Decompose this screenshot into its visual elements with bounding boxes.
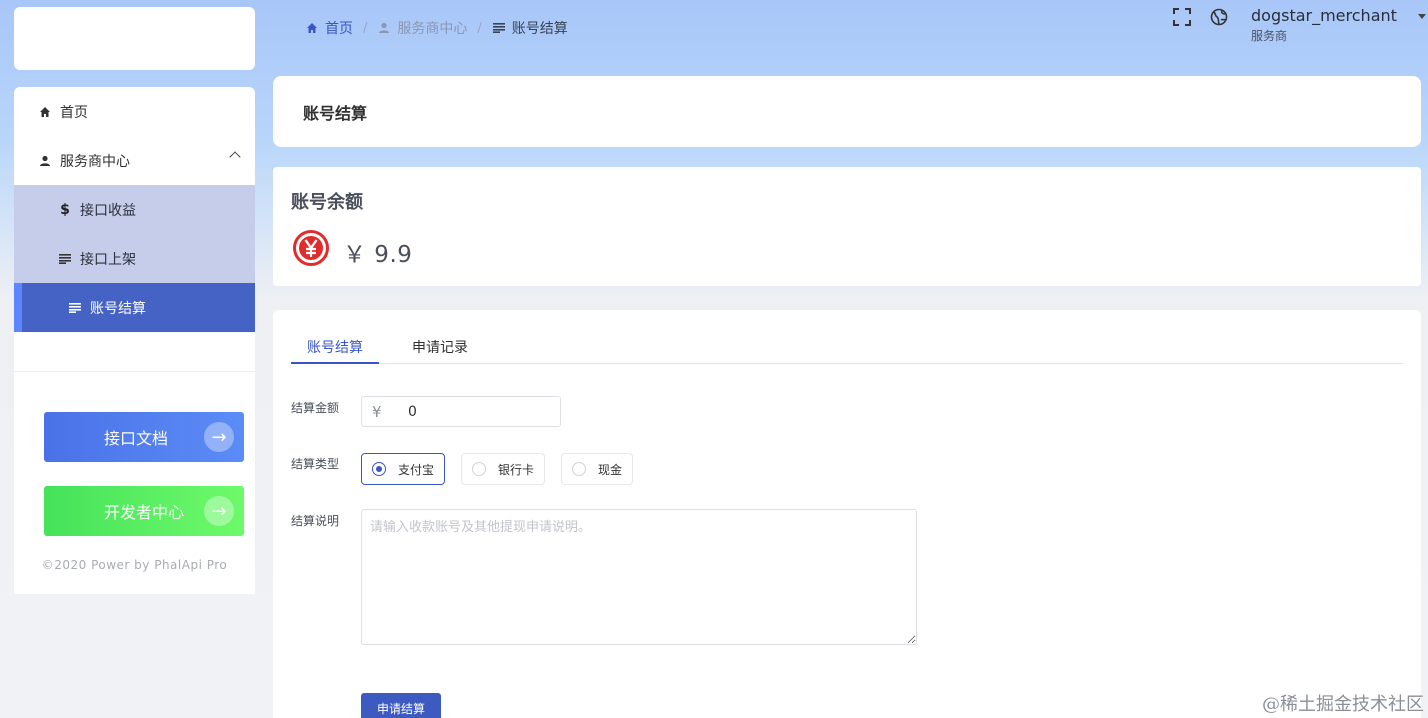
user-role: 服务商 <box>1251 29 1288 43</box>
list-icon <box>492 21 506 35</box>
yen-circle-icon <box>292 229 330 267</box>
radio-bank-card[interactable]: 银行卡 <box>461 453 545 485</box>
note-textarea[interactable] <box>361 509 917 645</box>
user-icon <box>38 154 52 168</box>
sidebar-item-label: 账号结算 <box>90 300 146 317</box>
radio-label: 现金 <box>598 462 623 477</box>
watermark: @稀土掘金技术社区 <box>1262 694 1424 715</box>
amount-input[interactable] <box>408 403 558 420</box>
user-name: dogstar_merchant <box>1251 6 1397 25</box>
submenu: $ 接口收益 接口上架 账号结算 <box>14 185 255 332</box>
developer-center-button[interactable]: 开发者中心 → <box>44 486 244 536</box>
sidebar-item-label: 接口收益 <box>80 202 136 219</box>
page-title: 账号结算 <box>273 76 1421 147</box>
logo-area <box>14 7 255 70</box>
radio-indicator <box>572 462 586 476</box>
amount-field: ¥ <box>361 396 561 427</box>
sidebar-item-label: 接口上架 <box>80 251 136 268</box>
breadcrumb-separator: / <box>363 20 368 36</box>
breadcrumb-provider-center[interactable]: 服务商中心 <box>377 18 467 38</box>
currency-symbol: ¥ <box>372 402 382 421</box>
radio-indicator <box>372 462 386 476</box>
sidebar: 首页 服务商中心 $ 接口收益 接口上架 账号结算 接口文档 → 开发者中心 →… <box>14 87 255 594</box>
arrow-right-icon: → <box>204 422 234 452</box>
note-label: 结算说明 <box>291 514 340 528</box>
breadcrumb: 首页 / 服务商中心 / 账号结算 <box>305 18 568 38</box>
breadcrumb-home[interactable]: 首页 <box>305 18 353 38</box>
breadcrumb-label: 账号结算 <box>511 21 568 37</box>
balance-value: ￥ 9.9 <box>343 242 413 268</box>
api-docs-button-label: 接口文档 <box>104 429 169 448</box>
tab-application-records[interactable]: 申请记录 <box>412 337 468 357</box>
balance-card: 账号余额 ￥ 9.9 <box>273 167 1421 286</box>
breadcrumb-current: 账号结算 <box>492 18 568 38</box>
amount-label: 结算金额 <box>291 401 340 415</box>
radio-label: 支付宝 <box>398 462 435 477</box>
breadcrumb-label: 服务商中心 <box>397 21 468 37</box>
sidebar-item-label: 首页 <box>60 104 88 121</box>
user-menu[interactable]: dogstar_merchant 服务商 <box>1251 6 1397 44</box>
divider <box>14 371 255 372</box>
developer-center-button-label: 开发者中心 <box>104 503 185 522</box>
breadcrumb-label: 首页 <box>325 21 353 37</box>
tab-account-settlement[interactable]: 账号结算 <box>291 337 379 364</box>
user-icon <box>377 21 391 35</box>
radio-label: 银行卡 <box>498 462 535 477</box>
chevron-up-icon[interactable] <box>229 151 241 163</box>
submit-settlement-button[interactable]: 申请结算 <box>361 693 441 718</box>
fullscreen-icon[interactable] <box>1172 7 1192 27</box>
settlement-form-card: 账号结算 申请记录 结算金额 ¥ 结算类型 支付宝 银行卡 现金 结算说明 申请… <box>273 310 1421 718</box>
home-icon <box>38 105 52 119</box>
copyright: ©2020 Power by PhalApi Pro <box>41 558 228 572</box>
list-icon <box>58 252 72 266</box>
radio-cash[interactable]: 现金 <box>561 453 633 485</box>
dollar-icon: $ <box>60 201 70 218</box>
home-icon <box>305 21 319 35</box>
breadcrumb-separator: / <box>477 20 482 36</box>
arrow-right-icon: → <box>204 496 234 526</box>
radio-alipay[interactable]: 支付宝 <box>361 453 445 485</box>
type-label: 结算类型 <box>291 457 340 471</box>
balance-label: 账号余额 <box>291 192 363 213</box>
sidebar-item-account-settlement[interactable]: 账号结算 <box>14 283 255 332</box>
globe-icon[interactable] <box>1209 7 1229 27</box>
sidebar-item-home[interactable]: 首页 <box>14 87 255 136</box>
api-docs-button[interactable]: 接口文档 → <box>44 412 244 462</box>
sidebar-item-api-listing[interactable]: 接口上架 <box>14 234 255 283</box>
list-icon <box>68 301 82 315</box>
caret-down-icon[interactable] <box>1418 14 1426 19</box>
sidebar-item-label: 服务商中心 <box>60 153 130 170</box>
tabs: 账号结算 申请记录 <box>291 337 1403 364</box>
radio-indicator <box>472 462 486 476</box>
sidebar-item-api-revenue[interactable]: $ 接口收益 <box>14 185 255 234</box>
sidebar-item-provider-center[interactable]: 服务商中心 <box>14 136 255 185</box>
